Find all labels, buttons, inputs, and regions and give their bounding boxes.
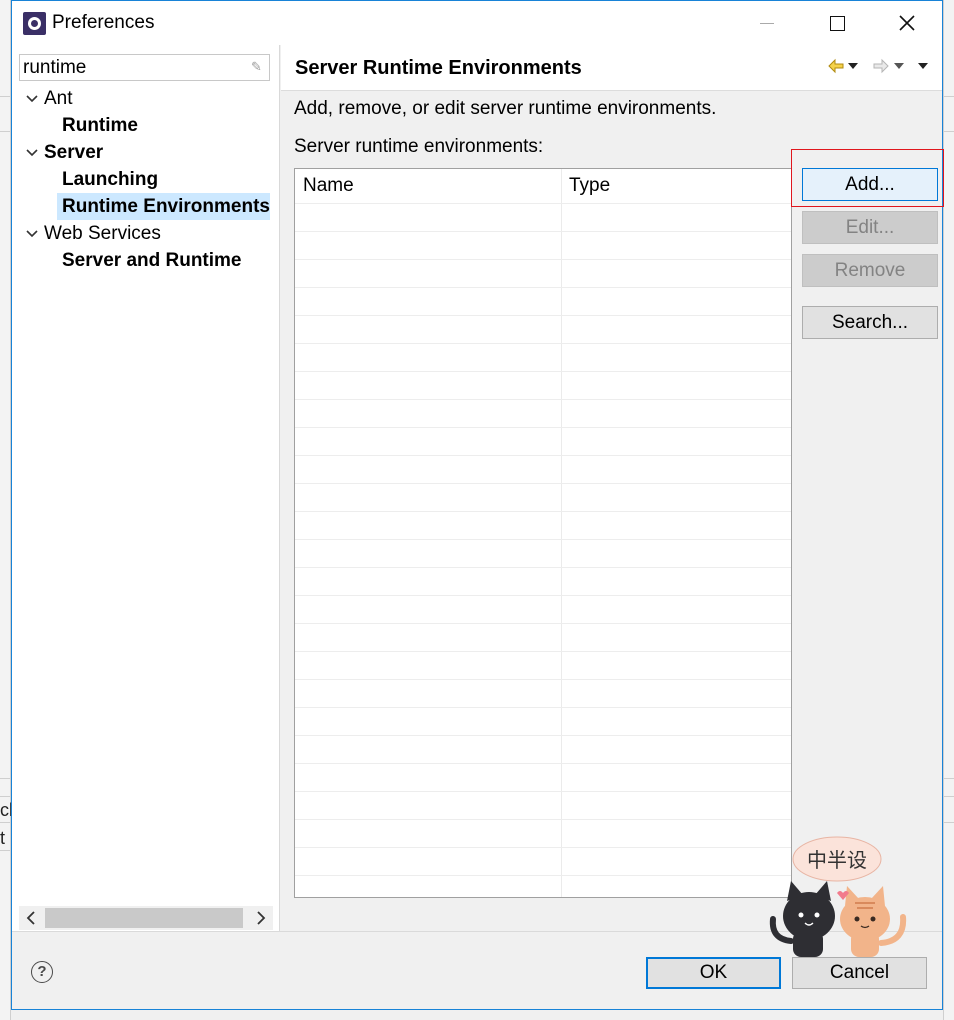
tree-item-label: Server	[44, 142, 104, 163]
tree-item-label: Runtime	[62, 115, 138, 136]
table-row-separator	[295, 707, 791, 708]
tree-item-web-services[interactable]: Web Services	[25, 220, 275, 247]
background-window-right-edge	[943, 0, 954, 1020]
table-row-separator	[295, 371, 791, 372]
tree-item-label: Launching	[62, 169, 159, 190]
tree-item-launching[interactable]: Launching	[43, 166, 275, 193]
table-row-separator	[295, 679, 791, 680]
table-row-separator	[295, 343, 791, 344]
filter-input[interactable]	[23, 56, 243, 79]
preferences-dialog: Preferences ✎ Ant Runtime Server La	[11, 0, 944, 1010]
cancel-button[interactable]: Cancel	[792, 957, 927, 989]
tree-item-server-and-runtime[interactable]: Server and Runtime	[43, 247, 275, 274]
table-row-separator	[295, 651, 791, 652]
preference-page: Server Runtime Environments Add, remove,…	[281, 45, 944, 931]
chevron-down-icon[interactable]	[25, 220, 39, 247]
tree-item-server[interactable]: Server	[25, 139, 275, 166]
add-button[interactable]: Add...	[802, 168, 938, 201]
table-row-separator	[295, 455, 791, 456]
column-header-name[interactable]: Name	[295, 169, 561, 203]
tree-item-runtime-environments[interactable]: Runtime Environments	[57, 193, 270, 220]
background-text-fragment: t	[0, 828, 6, 848]
view-menu-dropdown-icon[interactable]	[917, 57, 929, 75]
scroll-right-arrow-icon[interactable]	[249, 906, 273, 930]
table-row-separator	[295, 399, 791, 400]
column-divider	[561, 169, 562, 897]
scrollbar-thumb[interactable]	[45, 908, 243, 928]
horizontal-scrollbar[interactable]	[19, 906, 273, 930]
table-row-separator	[295, 287, 791, 288]
forward-arrow-icon[interactable]	[871, 57, 891, 75]
table-row-separator	[295, 483, 791, 484]
tree-item-label: Server and Runtime	[62, 250, 242, 271]
remove-button[interactable]: Remove	[802, 254, 938, 287]
column-header-type[interactable]: Type	[561, 169, 791, 203]
runtime-list-label: Server runtime environments:	[294, 136, 544, 157]
page-description: Add, remove, or edit server runtime envi…	[294, 98, 717, 119]
table-row-separator	[295, 315, 791, 316]
table-row-separator	[295, 539, 791, 540]
minimize-button[interactable]	[732, 1, 802, 45]
table-row-separator	[295, 595, 791, 596]
watermark-text: 中半设	[807, 848, 867, 872]
page-title: Server Runtime Environments	[295, 57, 582, 79]
title-bar: Preferences	[12, 1, 942, 45]
table-row-separator	[295, 847, 791, 848]
chevron-down-icon[interactable]	[25, 85, 39, 112]
scroll-left-arrow-icon[interactable]	[19, 906, 43, 930]
chevron-down-icon[interactable]	[25, 139, 39, 166]
edit-button[interactable]: Edit...	[802, 211, 938, 244]
forward-menu-dropdown-icon[interactable]	[893, 57, 905, 75]
tree-item-label: Web Services	[44, 223, 161, 244]
eclipse-app-icon	[23, 12, 46, 35]
tree-item-label: Ant	[44, 88, 73, 109]
table-row-separator	[295, 735, 791, 736]
table-row-separator	[295, 231, 791, 232]
preferences-tree-pane: ✎ Ant Runtime Server Launching Runtime E…	[12, 45, 280, 931]
filter-field[interactable]: ✎	[19, 54, 270, 81]
clear-filter-icon[interactable]: ✎	[251, 60, 265, 74]
table-row-separator	[295, 819, 791, 820]
search-button[interactable]: Search...	[802, 306, 938, 339]
table-row-separator	[295, 567, 791, 568]
maximize-icon	[829, 15, 845, 31]
maximize-button[interactable]	[802, 1, 872, 45]
table-row-separator	[295, 427, 791, 428]
close-button[interactable]	[872, 1, 942, 45]
table-row-separator	[295, 203, 791, 204]
tree-item-label: Runtime Environments	[62, 196, 270, 217]
tree-item-ant-runtime[interactable]: Runtime	[43, 112, 275, 139]
cat-watermark-logo: 中半设	[769, 836, 907, 957]
close-icon	[899, 15, 915, 31]
minimize-icon	[760, 22, 774, 24]
back-menu-dropdown-icon[interactable]	[847, 57, 859, 75]
tree-item-ant[interactable]: Ant	[25, 85, 275, 112]
back-arrow-icon[interactable]	[826, 57, 846, 75]
table-row-separator	[295, 875, 791, 876]
table-header: Name Type	[295, 169, 791, 203]
ok-button[interactable]: OK	[646, 957, 781, 989]
help-icon[interactable]: ?	[31, 961, 53, 983]
table-row-separator	[295, 623, 791, 624]
background-text-fragment: cl	[0, 800, 11, 820]
table-row-separator	[295, 511, 791, 512]
background-window-left-edge: cl t	[0, 0, 11, 1020]
runtime-environments-table[interactable]: Name Type	[294, 168, 792, 898]
table-row-separator	[295, 763, 791, 764]
table-row-separator	[295, 259, 791, 260]
window-title: Preferences	[52, 12, 155, 33]
table-row-separator	[295, 791, 791, 792]
page-header: Server Runtime Environments	[281, 45, 942, 91]
